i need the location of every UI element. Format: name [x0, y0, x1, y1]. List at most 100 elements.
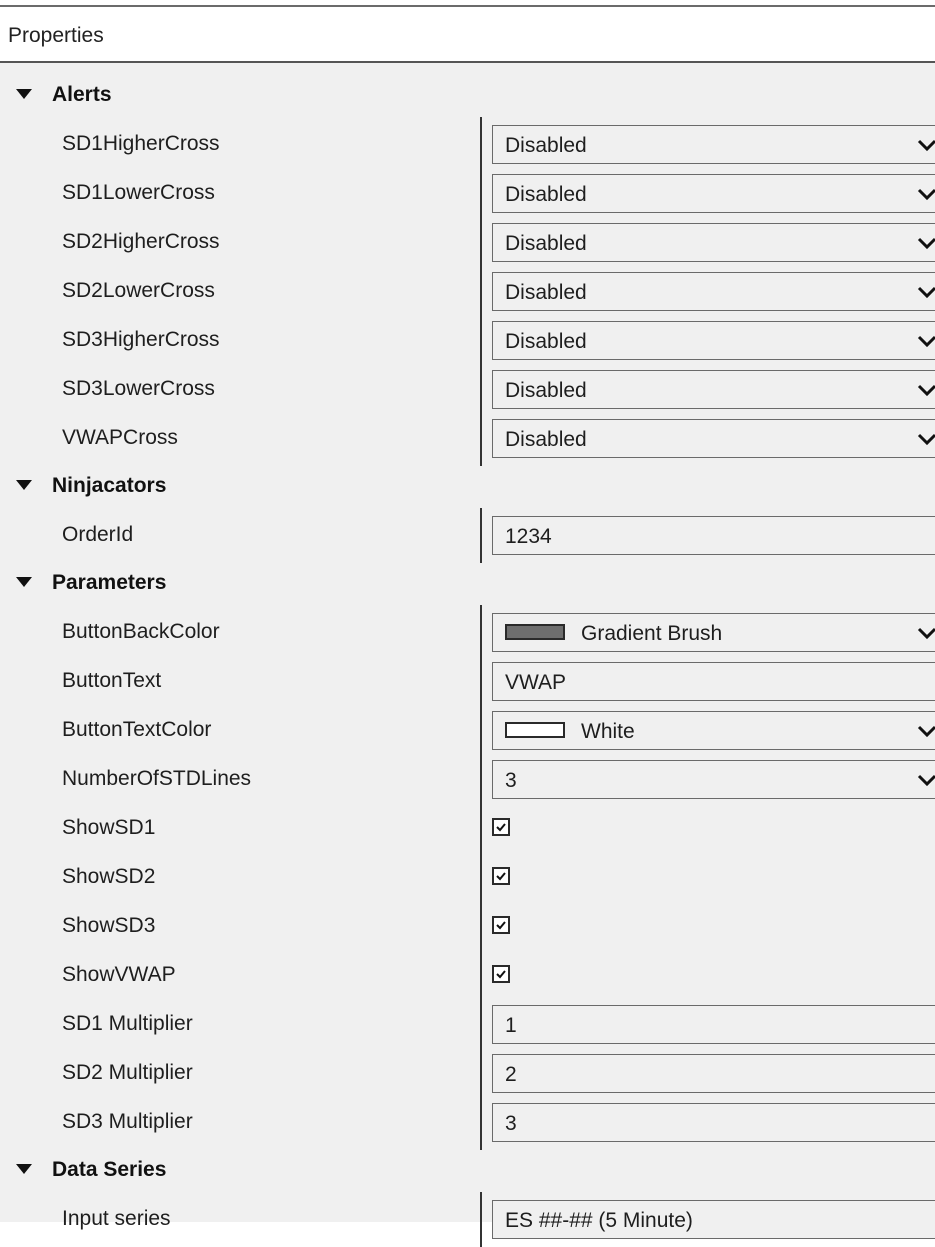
dropdown-sd3lowercross[interactable]: Disabled	[492, 370, 935, 409]
checkmark-icon	[496, 921, 506, 930]
property-row-vwapcross: VWAPCross Disabled	[0, 414, 935, 463]
text-field-sd3-multiplier[interactable]: 3	[492, 1103, 935, 1142]
property-value: Disabled	[505, 428, 587, 451]
dropdown-sd2lowercross[interactable]: Disabled	[492, 272, 935, 311]
property-row-showsd2: ShowSD2	[0, 853, 935, 902]
property-value: Gradient Brush	[581, 622, 723, 645]
category-header-parameters[interactable]: Parameters	[0, 563, 935, 603]
property-row-sd1highercross: SD1HigherCross Disabled	[0, 120, 935, 169]
category-label: Ninjacators	[52, 474, 167, 497]
property-value: Disabled	[505, 183, 587, 206]
property-name: ButtonText	[62, 669, 162, 692]
checkbox-showsd2[interactable]	[492, 867, 510, 885]
property-name: Input series	[62, 1207, 171, 1230]
chevron-down-icon[interactable]	[917, 724, 935, 738]
dropdown-sd1highercross[interactable]: Disabled	[492, 125, 935, 164]
text-field-sd1-multiplier[interactable]: 1	[492, 1005, 935, 1044]
chevron-down-icon[interactable]	[917, 236, 935, 250]
chevron-down-icon[interactable]	[917, 773, 935, 787]
property-value: 2	[505, 1063, 517, 1086]
properties-panel: Properties Alerts SD1HigherCross Disabled S…	[0, 0, 935, 1247]
text-field-orderid[interactable]: 1234	[492, 516, 935, 555]
checkmark-icon	[496, 823, 506, 832]
property-row-sd1-multiplier: SD1 Multiplier 1	[0, 1000, 935, 1049]
property-value: ES ##-## (5 Minute)	[505, 1209, 693, 1232]
text-field-sd2-multiplier[interactable]: 2	[492, 1054, 935, 1093]
property-value: 1	[505, 1014, 517, 1037]
property-row-sd2-multiplier: SD2 Multiplier 2	[0, 1049, 935, 1098]
color-swatch	[505, 624, 565, 640]
property-name: ShowVWAP	[62, 963, 176, 986]
property-row-buttontextcolor: ButtonTextColor White	[0, 706, 935, 755]
property-value: 3	[505, 1112, 517, 1135]
checkmark-icon	[496, 872, 506, 881]
property-row-showsd1: ShowSD1	[0, 804, 935, 853]
property-name: NumberOfSTDLines	[62, 767, 252, 790]
property-name: SD3HigherCross	[62, 328, 220, 351]
checkbox-showvwap[interactable]	[492, 965, 510, 983]
property-row-numberofstdlines: NumberOfSTDLines 3	[0, 755, 935, 804]
property-name: ShowSD3	[62, 914, 156, 937]
collapse-caret-icon[interactable]	[16, 89, 32, 99]
dropdown-buttonbackcolor[interactable]: Gradient Brush	[492, 613, 935, 652]
category-header-ninjacators[interactable]: Ninjacators	[0, 466, 935, 506]
chevron-down-icon[interactable]	[917, 432, 935, 446]
checkmark-icon	[496, 970, 506, 979]
text-field-input-series[interactable]: ES ##-## (5 Minute)	[492, 1200, 935, 1239]
properties-header: Properties	[0, 7, 935, 63]
property-value: 3	[505, 769, 517, 792]
property-value: Disabled	[505, 232, 587, 255]
checkbox-showsd3[interactable]	[492, 916, 510, 934]
category-label: Parameters	[52, 571, 167, 594]
column-splitter[interactable]	[480, 508, 482, 563]
chevron-down-icon[interactable]	[917, 138, 935, 152]
dropdown-sd2highercross[interactable]: Disabled	[492, 223, 935, 262]
panel-title: Properties	[8, 24, 104, 47]
property-row-orderid: OrderId 1234	[0, 511, 935, 560]
property-grid: Alerts SD1HigherCross Disabled SD1LowerCros…	[0, 63, 935, 1247]
column-splitter[interactable]	[480, 117, 482, 466]
collapse-caret-icon[interactable]	[16, 577, 32, 587]
property-value: Disabled	[505, 134, 587, 157]
property-name: SD3LowerCross	[62, 377, 215, 400]
property-name: SD3 Multiplier	[62, 1110, 193, 1133]
property-name: SD1HigherCross	[62, 132, 220, 155]
checkbox-showsd1[interactable]	[492, 818, 510, 836]
category-label: Data Series	[52, 1158, 167, 1181]
property-value: 1234	[505, 525, 552, 548]
dropdown-vwapcross[interactable]: Disabled	[492, 419, 935, 458]
property-value: White	[581, 720, 635, 743]
property-row-sd3highercross: SD3HigherCross Disabled	[0, 316, 935, 365]
chevron-down-icon[interactable]	[917, 383, 935, 397]
column-splitter[interactable]	[480, 1192, 482, 1247]
chevron-down-icon[interactable]	[917, 334, 935, 348]
property-row-input-series: Input series ES ##-## (5 Minute)	[0, 1195, 935, 1244]
dropdown-sd3highercross[interactable]: Disabled	[492, 321, 935, 360]
property-name: SD1 Multiplier	[62, 1012, 193, 1035]
chevron-down-icon[interactable]	[917, 285, 935, 299]
property-row-showvwap: ShowVWAP	[0, 951, 935, 1000]
category-label: Alerts	[52, 83, 112, 106]
property-value: Disabled	[505, 330, 587, 353]
dropdown-numberofstdlines[interactable]: 3	[492, 760, 935, 799]
collapse-caret-icon[interactable]	[16, 480, 32, 490]
property-name: SD2HigherCross	[62, 230, 220, 253]
dropdown-sd1lowercross[interactable]: Disabled	[492, 174, 935, 213]
property-name: SD2 Multiplier	[62, 1061, 193, 1084]
dropdown-buttontextcolor[interactable]: White	[492, 711, 935, 750]
property-value: Disabled	[505, 281, 587, 304]
property-name: ButtonBackColor	[62, 620, 220, 643]
property-row-buttonbackcolor: ButtonBackColor Gradient Brush	[0, 608, 935, 657]
property-row-showsd3: ShowSD3	[0, 902, 935, 951]
text-field-buttontext[interactable]: VWAP	[492, 662, 935, 701]
property-row-sd2highercross: SD2HigherCross Disabled	[0, 218, 935, 267]
category-header-alerts[interactable]: Alerts	[0, 75, 935, 115]
collapse-caret-icon[interactable]	[16, 1164, 32, 1174]
property-name: ShowSD2	[62, 865, 156, 888]
chevron-down-icon[interactable]	[917, 626, 935, 640]
category-header-data-series[interactable]: Data Series	[0, 1150, 935, 1190]
property-name: VWAPCross	[62, 426, 178, 449]
property-row-sd1lowercross: SD1LowerCross Disabled	[0, 169, 935, 218]
chevron-down-icon[interactable]	[917, 187, 935, 201]
column-splitter[interactable]	[480, 605, 482, 1150]
